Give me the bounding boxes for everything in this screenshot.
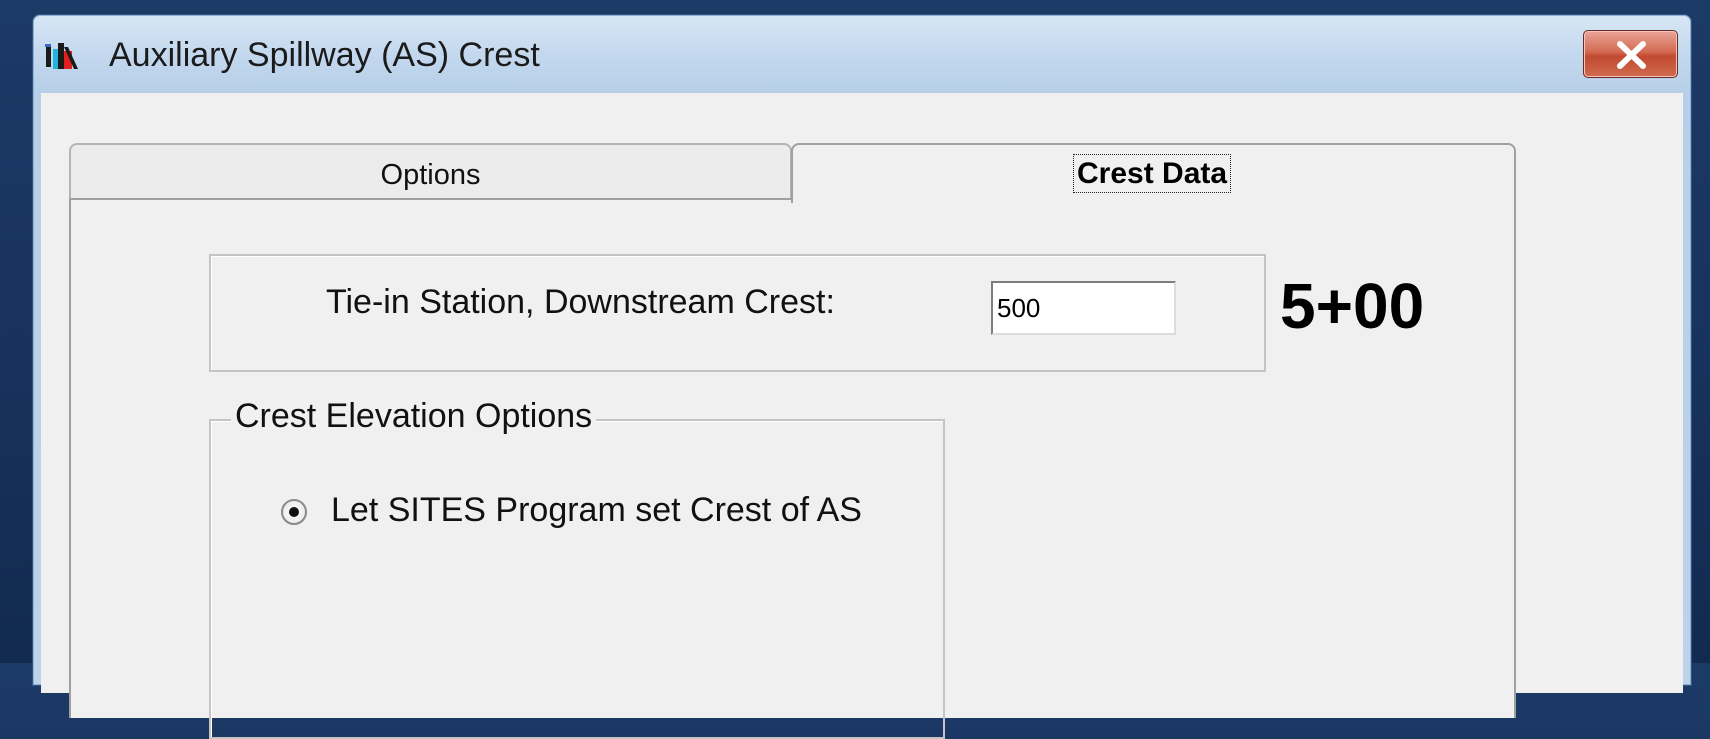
radio-dot [289, 507, 299, 517]
dialog-client-area: Options Crest Data Tie-in Station, Downs… [41, 93, 1683, 739]
dialog-window: Auxiliary Spillway (AS) Crest Options Cr… [32, 14, 1692, 739]
tab-crest-data-label: Crest Data [1073, 154, 1232, 193]
station-annotation: 5+00 [1280, 270, 1425, 342]
title-bar[interactable]: Auxiliary Spillway (AS) Crest [33, 15, 1691, 93]
tab-options-label: Options [380, 159, 481, 191]
sites-app-icon [44, 41, 84, 73]
crest-elevation-legend: Crest Elevation Options [231, 397, 597, 436]
crest-elevation-options-group: Crest Elevation Options Let SITES Progra… [209, 397, 945, 739]
tab-crest-data[interactable]: Crest Data [791, 143, 1516, 203]
tab-options[interactable]: Options [69, 143, 792, 200]
radio-sites-set-crest-label: Let SITES Program set Crest of AS [331, 491, 862, 529]
tie-in-station-group: Tie-in Station, Downstream Crest: [209, 254, 1266, 372]
close-button[interactable] [1583, 30, 1678, 78]
tie-in-station-input[interactable] [991, 281, 1176, 335]
tie-in-station-label: Tie-in Station, Downstream Crest: [326, 283, 835, 321]
window-title: Auxiliary Spillway (AS) Crest [109, 36, 540, 74]
close-x-icon [1617, 41, 1646, 69]
radio-button-selected[interactable] [281, 499, 307, 525]
